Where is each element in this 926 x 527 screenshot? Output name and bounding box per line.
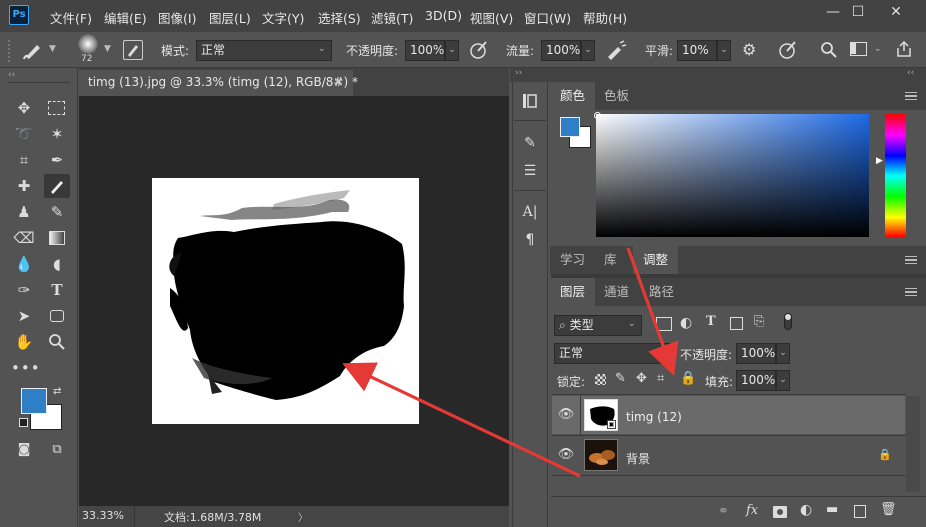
annotation-arrow-to-canvas [342, 362, 581, 478]
annotation-arrow-to-layer [626, 247, 679, 377]
annotation-arrows [342, 247, 679, 478]
